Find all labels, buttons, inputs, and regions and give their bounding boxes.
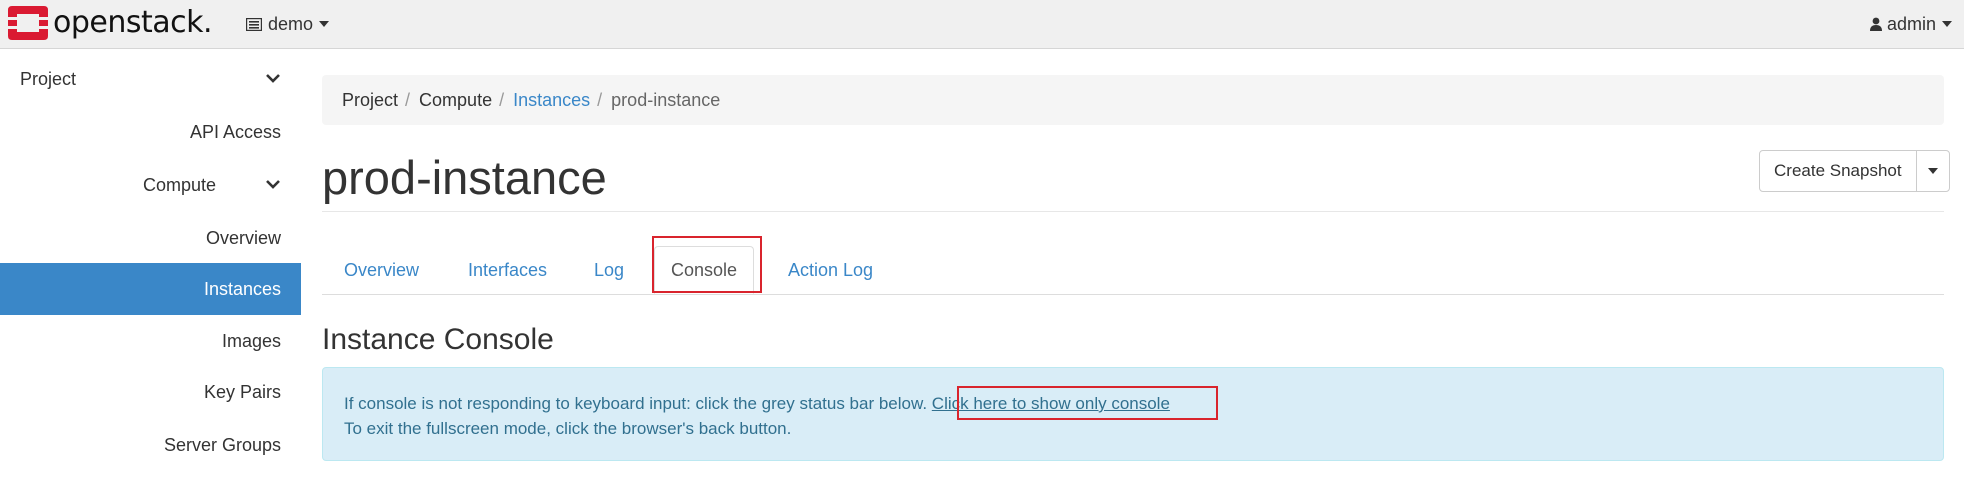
logo-text: openstack. xyxy=(53,5,213,40)
sidebar-item-label: Images xyxy=(221,331,281,351)
tab-interfaces[interactable]: Interfaces xyxy=(468,246,547,294)
sidebar-item-key-pairs[interactable]: Key Pairs xyxy=(0,366,301,418)
sidebar-item-label: Overview xyxy=(205,228,281,248)
sidebar-item-overview[interactable]: Overview xyxy=(0,212,301,264)
sidebar-item-label: API Access xyxy=(189,122,281,142)
breadcrumb-separator: / xyxy=(499,90,505,110)
page-title: prod-instance xyxy=(322,151,607,204)
project-switcher[interactable]: demo xyxy=(246,12,330,36)
sidebar-item-server-groups[interactable]: Server Groups xyxy=(0,419,301,471)
chevron-down-icon xyxy=(1942,21,1952,27)
sidebar: Project API Access Compute Overview Inst… xyxy=(0,49,301,479)
instance-actions-dropdown[interactable] xyxy=(1917,151,1949,191)
user-icon xyxy=(1869,17,1882,31)
breadcrumb-separator: / xyxy=(405,90,411,110)
sidebar-section-label: Project xyxy=(20,69,77,89)
sidebar-section-project[interactable]: Project xyxy=(0,53,301,105)
show-only-console-link[interactable]: Click here to show only console xyxy=(932,394,1170,413)
tab-action-log[interactable]: Action Log xyxy=(788,246,873,294)
sidebar-item-label: Key Pairs xyxy=(203,382,281,402)
tab-log[interactable]: Log xyxy=(594,246,624,294)
project-switcher-label: demo xyxy=(268,13,314,34)
sidebar-item-api-access[interactable]: API Access xyxy=(0,106,301,158)
sidebar-section-label: Compute xyxy=(142,175,216,195)
section-title: Instance Console xyxy=(322,323,554,356)
chevron-down-icon xyxy=(1927,168,1938,174)
header-divider xyxy=(322,211,1944,212)
info-line-2: To exit the fullscreen mode, click the b… xyxy=(344,419,792,438)
sidebar-item-label: Instances xyxy=(203,279,281,299)
info-line-1: If console is not responding to keyboard… xyxy=(344,392,1170,416)
sidebar-item-images[interactable]: Images xyxy=(0,315,301,367)
breadcrumb-link-instances[interactable]: Instances xyxy=(513,75,590,125)
sidebar-item-label: Server Groups xyxy=(163,435,281,455)
tab-console[interactable]: Console xyxy=(654,246,754,294)
user-menu[interactable]: admin xyxy=(1869,12,1952,36)
chevron-down-icon xyxy=(266,74,280,83)
breadcrumb-item-current: prod-instance xyxy=(611,90,721,110)
top-navbar: openstack. demo admin xyxy=(0,0,1964,49)
openstack-logo-icon xyxy=(8,6,48,40)
info-text: If console is not responding to keyboard… xyxy=(344,394,928,413)
breadcrumb-separator: / xyxy=(597,90,603,110)
instance-tabs: Overview Interfaces Log Console Action L… xyxy=(322,238,1944,295)
openstack-logo[interactable]: openstack. xyxy=(8,5,213,40)
console-info-alert: If console is not responding to keyboard… xyxy=(322,367,1944,461)
sidebar-item-instances[interactable]: Instances xyxy=(0,263,301,315)
breadcrumb-item-project: Project xyxy=(342,90,399,110)
project-list-icon xyxy=(246,17,262,31)
tab-overview[interactable]: Overview xyxy=(344,246,419,294)
create-snapshot-button-group: Create Snapshot xyxy=(1759,150,1950,192)
chevron-down-icon xyxy=(319,21,330,27)
breadcrumb-item-compute: Compute xyxy=(419,90,493,110)
user-menu-label: admin xyxy=(1886,13,1936,34)
sidebar-section-compute[interactable]: Compute xyxy=(0,159,301,211)
chevron-down-icon xyxy=(266,180,280,189)
breadcrumb: Project / Compute / Instances / prod-ins… xyxy=(322,75,1944,125)
create-snapshot-button[interactable]: Create Snapshot xyxy=(1760,151,1917,191)
